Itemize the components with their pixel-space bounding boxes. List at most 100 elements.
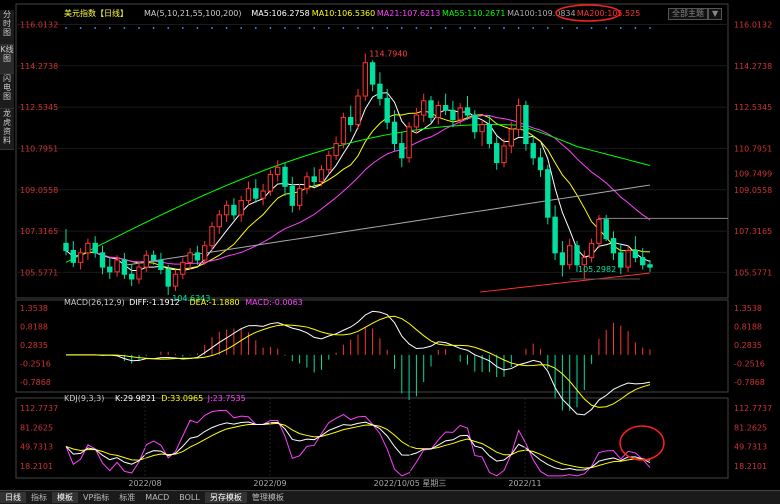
kdj-y-tick: 18.2101 <box>20 462 53 471</box>
candle-body <box>596 219 602 244</box>
signal-dot <box>357 27 359 29</box>
x-label-oct: 2022/10/05 星期三 <box>374 479 447 488</box>
candle-body <box>70 249 76 263</box>
high-label: 114.7940 <box>369 50 407 59</box>
candle-body <box>326 154 332 171</box>
signal-dot <box>605 27 608 29</box>
y-tick-left: 109.0558 <box>20 186 58 195</box>
stock-chart[interactable]: 116.0132 116.0132 114.2738 114.2738 112.5345… <box>0 0 780 490</box>
candle-body <box>223 204 230 216</box>
signal-dot <box>196 27 199 29</box>
tool-tab-timeshare[interactable]: 分时图 <box>0 10 14 45</box>
signal-dot <box>619 27 622 29</box>
ma-legend-item: MA5:106.2758 <box>251 9 309 18</box>
macd-y-tick: 0.2835 <box>20 341 48 350</box>
macd-y-tick: 1.3538 <box>20 304 48 313</box>
tab-vp-indicator[interactable]: VP指标 <box>78 492 114 503</box>
ma-legend-item: MA10:106.5360 <box>312 9 375 18</box>
candle-body <box>647 264 653 268</box>
tool-tab-flash[interactable]: 闪电图 <box>0 74 14 109</box>
macd-y-tick-right: 1.3538 <box>734 304 762 313</box>
macd-legend-item: MACD:-0.0063 <box>245 298 303 307</box>
signal-dot <box>444 27 447 29</box>
signal-dot <box>371 27 374 29</box>
kdj-legend-item: KDJ(9,3,3) <box>64 394 104 403</box>
candle-body <box>231 204 237 216</box>
signal-dot <box>284 27 286 29</box>
candle-body <box>275 166 281 175</box>
y-tick-left: 114.2738 <box>20 62 58 71</box>
signal-dot <box>152 27 155 29</box>
kdj-j-line <box>65 409 651 477</box>
ma200-line <box>479 272 651 293</box>
candle-body <box>92 242 98 254</box>
candle-body <box>413 114 420 128</box>
kdj-y-tick: 112.7737 <box>20 404 58 413</box>
signal-dot <box>488 27 491 29</box>
candle-body <box>574 245 580 266</box>
tab-indicator[interactable]: 指标 <box>26 492 52 503</box>
signal-dot <box>313 27 316 29</box>
candle-body <box>450 109 456 121</box>
candle-body <box>209 226 215 247</box>
tool-tab-data[interactable]: 龙虎资料 <box>0 109 14 150</box>
signal-dot <box>225 27 228 29</box>
candle-body <box>428 100 434 118</box>
candle-body <box>581 257 587 266</box>
candle-body <box>530 143 536 159</box>
signal-dot <box>138 27 140 29</box>
x-label-nov: 2022/11 <box>508 479 541 488</box>
tab-standard[interactable]: 标准 <box>114 492 140 503</box>
y-tick-extra: 109.7499 <box>734 169 772 178</box>
bottom-tab-bar: 日线 指标 模板 VP指标 标准 MACD BOLL 另存模板 管理模板 <box>0 490 780 504</box>
candle-body <box>610 238 617 254</box>
signal-dot <box>108 27 111 29</box>
y-tick-right: 109.0558 <box>734 186 772 195</box>
ma-legend-item: MA(5,10,21,55,100,200) <box>144 9 242 18</box>
dropdown-arrow-button[interactable]: ▼ <box>708 8 723 20</box>
kdj-legend-item: J:23.7535 <box>207 394 246 403</box>
candle-body <box>202 245 208 261</box>
candle-body <box>618 252 624 268</box>
candle-body <box>362 62 368 97</box>
candle-body <box>150 254 157 261</box>
signal-dot <box>181 27 184 29</box>
candle-body <box>632 249 639 259</box>
macd-y-tick-right: 0.8188 <box>734 323 762 332</box>
candle-body <box>559 252 566 266</box>
candle-body <box>99 252 106 268</box>
kdj-d-line <box>65 422 651 469</box>
macd-y-tick-right: -0.7868 <box>734 378 765 387</box>
candle-body <box>472 114 478 133</box>
tab-save-template[interactable]: 另存模板 <box>204 492 247 503</box>
y-tick-right: 107.3165 <box>734 227 772 236</box>
candle-body <box>311 176 317 183</box>
signal-dot <box>532 27 535 29</box>
candle-body <box>552 216 558 254</box>
signal-dot <box>327 27 330 29</box>
candle-body <box>421 100 427 116</box>
candle-body <box>588 242 595 259</box>
theme-dropdown[interactable]: 全部主题 <box>668 8 708 20</box>
tab-daily[interactable]: 日线 <box>0 492 26 503</box>
signal-dot <box>576 27 578 29</box>
y-tick-left: 116.0132 <box>20 20 58 29</box>
signal-dot <box>211 27 213 29</box>
signal-dot <box>167 27 170 29</box>
tool-tab-kline[interactable]: K线图 <box>0 45 14 74</box>
macd-y-tick: -0.2516 <box>20 360 51 369</box>
kdj-y-tick: 81.2625 <box>20 423 53 432</box>
candle-body <box>479 124 485 133</box>
tab-manage-template[interactable]: 管理模板 <box>247 492 289 503</box>
annotation-circle <box>619 425 665 461</box>
kdj-y-tick-right: 112.7737 <box>734 404 772 413</box>
signal-dot <box>473 27 476 29</box>
y-tick-left: 110.7951 <box>20 144 58 153</box>
macd-y-tick-right: -0.2516 <box>734 360 765 369</box>
macd-y-tick: 0.8188 <box>20 323 48 332</box>
candle-body <box>348 116 354 126</box>
tab-boll[interactable]: BOLL <box>174 493 205 502</box>
tab-macd[interactable]: MACD <box>140 493 174 502</box>
candle-body <box>165 268 171 287</box>
tab-template[interactable]: 模板 <box>52 492 78 503</box>
